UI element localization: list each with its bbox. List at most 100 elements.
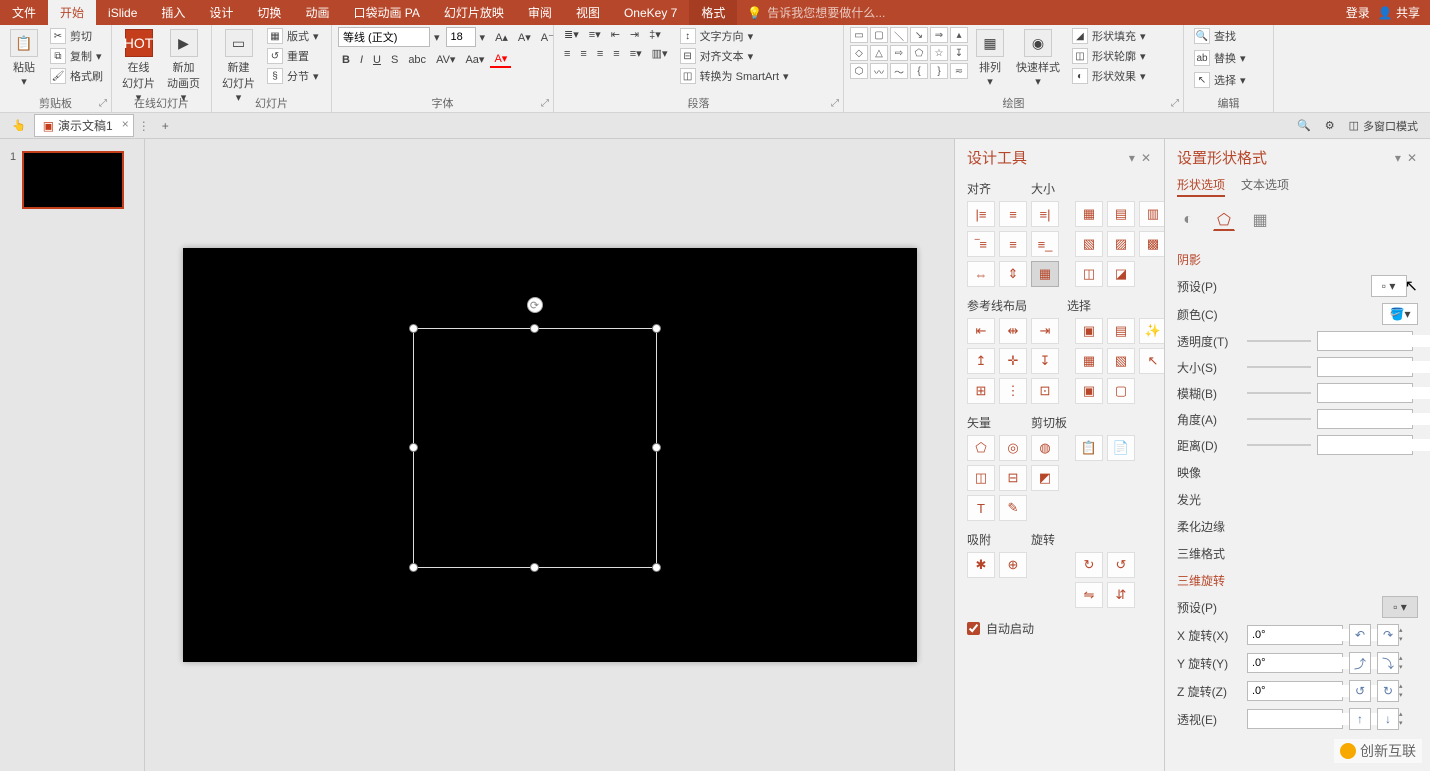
tab-transitions[interactable]: 切换 <box>245 0 293 25</box>
shape-effects-button[interactable]: ◐形状效果 ▾ <box>1068 67 1150 85</box>
resize-handle-t[interactable] <box>530 324 539 333</box>
shadow-section[interactable]: 阴影 <box>1177 245 1418 272</box>
z-rot-ccw[interactable]: ↺ <box>1349 680 1371 702</box>
tab-pocket-anim[interactable]: 口袋动画 PA <box>341 0 431 25</box>
sel-7[interactable]: ▣ <box>1075 378 1103 404</box>
resize-handle-br[interactable] <box>652 563 661 572</box>
shape-options-tab[interactable]: 形状选项 <box>1177 176 1225 197</box>
guide-6[interactable]: ↧ <box>1031 348 1059 374</box>
guide-5[interactable]: ✛ <box>999 348 1027 374</box>
rotate-handle[interactable]: ⟳ <box>527 297 543 313</box>
paragraph-launcher[interactable]: ⤢ <box>829 98 841 110</box>
tab-view[interactable]: 视图 <box>564 0 612 25</box>
vec-7[interactable]: T <box>967 495 995 521</box>
shape-rect[interactable]: ▭ <box>850 27 868 43</box>
tab-review[interactable]: 审阅 <box>516 0 564 25</box>
threed-format-section[interactable]: 三维格式 <box>1177 539 1418 566</box>
slide-thumbnail-1[interactable] <box>22 151 124 209</box>
size-2-btn[interactable]: ▤ <box>1107 201 1135 227</box>
align-text-button[interactable]: ⊟对齐文本 ▾ <box>676 47 793 65</box>
sel-6[interactable]: ↖ <box>1139 348 1167 374</box>
bold-button[interactable]: B <box>338 53 354 67</box>
share-button[interactable]: 👤 共享 <box>1378 4 1420 21</box>
tab-islide[interactable]: iSlide <box>96 0 149 25</box>
blur-input[interactable] <box>1318 387 1430 399</box>
outdent-button[interactable]: ⇤ <box>607 27 624 42</box>
replace-button[interactable]: ab替换 ▾ <box>1190 49 1250 67</box>
resize-handle-b[interactable] <box>530 563 539 572</box>
guide-2[interactable]: ⇹ <box>999 318 1027 344</box>
vec-5[interactable]: ⊟ <box>999 465 1027 491</box>
increase-font-button[interactable]: A▴ <box>491 30 512 45</box>
sel-4[interactable]: ▦ <box>1075 348 1103 374</box>
guide-7[interactable]: ⊞ <box>967 378 995 404</box>
align-left-button[interactable]: ≡ <box>560 47 574 61</box>
guide-4[interactable]: ↥ <box>967 348 995 374</box>
editor-canvas[interactable]: ⟳ <box>145 139 954 771</box>
shape-fill-button[interactable]: ◢形状填充 ▾ <box>1068 27 1150 45</box>
spacing-button[interactable]: AV▾ <box>432 52 459 67</box>
layout-button[interactable]: ▦版式 ▾ <box>263 27 323 45</box>
section-button[interactable]: §分节 ▾ <box>263 67 323 85</box>
sel-5[interactable]: ▧ <box>1107 348 1135 374</box>
panel-close-button[interactable]: ✕ <box>1138 151 1154 165</box>
reflection-section[interactable]: 映像 <box>1177 458 1418 485</box>
resize-handle-l[interactable] <box>409 443 418 452</box>
align-center-h-btn[interactable]: ≡ <box>999 201 1027 227</box>
font-name-input[interactable] <box>338 27 430 47</box>
size-5-btn[interactable]: ▨ <box>1107 231 1135 257</box>
vec-4[interactable]: ◫ <box>967 465 995 491</box>
shape-outline-button[interactable]: ◫形状轮廓 ▾ <box>1068 47 1150 65</box>
size-7-btn[interactable]: ◫ <box>1075 261 1103 287</box>
tab-design[interactable]: 设计 <box>197 0 245 25</box>
document-tab[interactable]: ▣ 演示文稿1 × <box>34 114 134 137</box>
z-rotation-input[interactable] <box>1248 685 1398 697</box>
glow-section[interactable]: 发光 <box>1177 485 1418 512</box>
font-size-input[interactable] <box>446 27 476 47</box>
align-right-button[interactable]: ≡ <box>593 47 607 61</box>
size-4-btn[interactable]: ▧ <box>1075 231 1103 257</box>
align-center-button[interactable]: ≡ <box>576 47 590 61</box>
clipboard-launcher[interactable]: ⤢ <box>97 98 109 110</box>
drawing-launcher[interactable]: ⤢ <box>1169 98 1181 110</box>
size-props-category[interactable]: ▦ <box>1249 209 1271 231</box>
shadow-size-input[interactable] <box>1318 361 1430 373</box>
panel-menu-button[interactable]: ▾ <box>1126 151 1138 165</box>
strike-button[interactable]: S <box>387 53 402 67</box>
italic-button[interactable]: I <box>356 53 367 67</box>
size-8-btn[interactable]: ◪ <box>1107 261 1135 287</box>
add-tab-button[interactable]: + <box>154 117 177 135</box>
underline-button[interactable]: U <box>369 53 385 67</box>
shapes-gallery[interactable]: ▭▢＼↘⇒▴ ◇△⇨⬠☆↧ ⬡〰〜{}≂ <box>850 27 968 79</box>
panel-close-button-2[interactable]: ✕ <box>1404 151 1420 165</box>
multiwindow-button[interactable]: ◫ 多窗口模式 <box>1345 117 1422 135</box>
select-button[interactable]: ↖选择 ▾ <box>1190 71 1250 89</box>
touch-mode-button[interactable]: 👆 <box>8 118 30 133</box>
transparency-input[interactable] <box>1318 335 1430 347</box>
shadow-color-picker[interactable]: 🪣▾ <box>1382 303 1418 325</box>
numbering-button[interactable]: ≡▾ <box>585 27 605 42</box>
persp-up[interactable]: ↑ <box>1349 708 1371 730</box>
smartart-button[interactable]: ◫转换为 SmartArt ▾ <box>676 67 793 85</box>
tab-animations[interactable]: 动画 <box>293 0 341 25</box>
persp-down[interactable]: ↓ <box>1377 708 1399 730</box>
zoom-tool-button[interactable]: 🔍 <box>1293 118 1315 133</box>
sel-8[interactable]: ▢ <box>1107 378 1135 404</box>
paste-button[interactable]: 📋 粘贴▾ <box>6 27 42 90</box>
angle-slider[interactable] <box>1247 418 1311 420</box>
size-1-btn[interactable]: ▦ <box>1075 201 1103 227</box>
resize-handle-r[interactable] <box>652 443 661 452</box>
blur-slider[interactable] <box>1247 392 1311 394</box>
x-rot-left[interactable]: ↶ <box>1349 624 1371 646</box>
reset-button[interactable]: ↺重置 <box>263 47 323 65</box>
tab-format[interactable]: 格式 <box>689 0 737 25</box>
y-rot-up[interactable]: ⤴ <box>1349 652 1371 674</box>
distance-input[interactable] <box>1318 439 1430 451</box>
auto-start-checkbox[interactable] <box>967 622 980 635</box>
rot-1[interactable]: ↻ <box>1075 552 1103 578</box>
distribute-button[interactable]: ≡▾ <box>626 46 646 61</box>
effects-category[interactable]: ⬠ <box>1213 209 1235 231</box>
text-options-tab[interactable]: 文本选项 <box>1241 176 1289 197</box>
quick-styles-button[interactable]: ◉快速样式▾ <box>1012 27 1064 90</box>
tab-file[interactable]: 文件 <box>0 0 48 25</box>
